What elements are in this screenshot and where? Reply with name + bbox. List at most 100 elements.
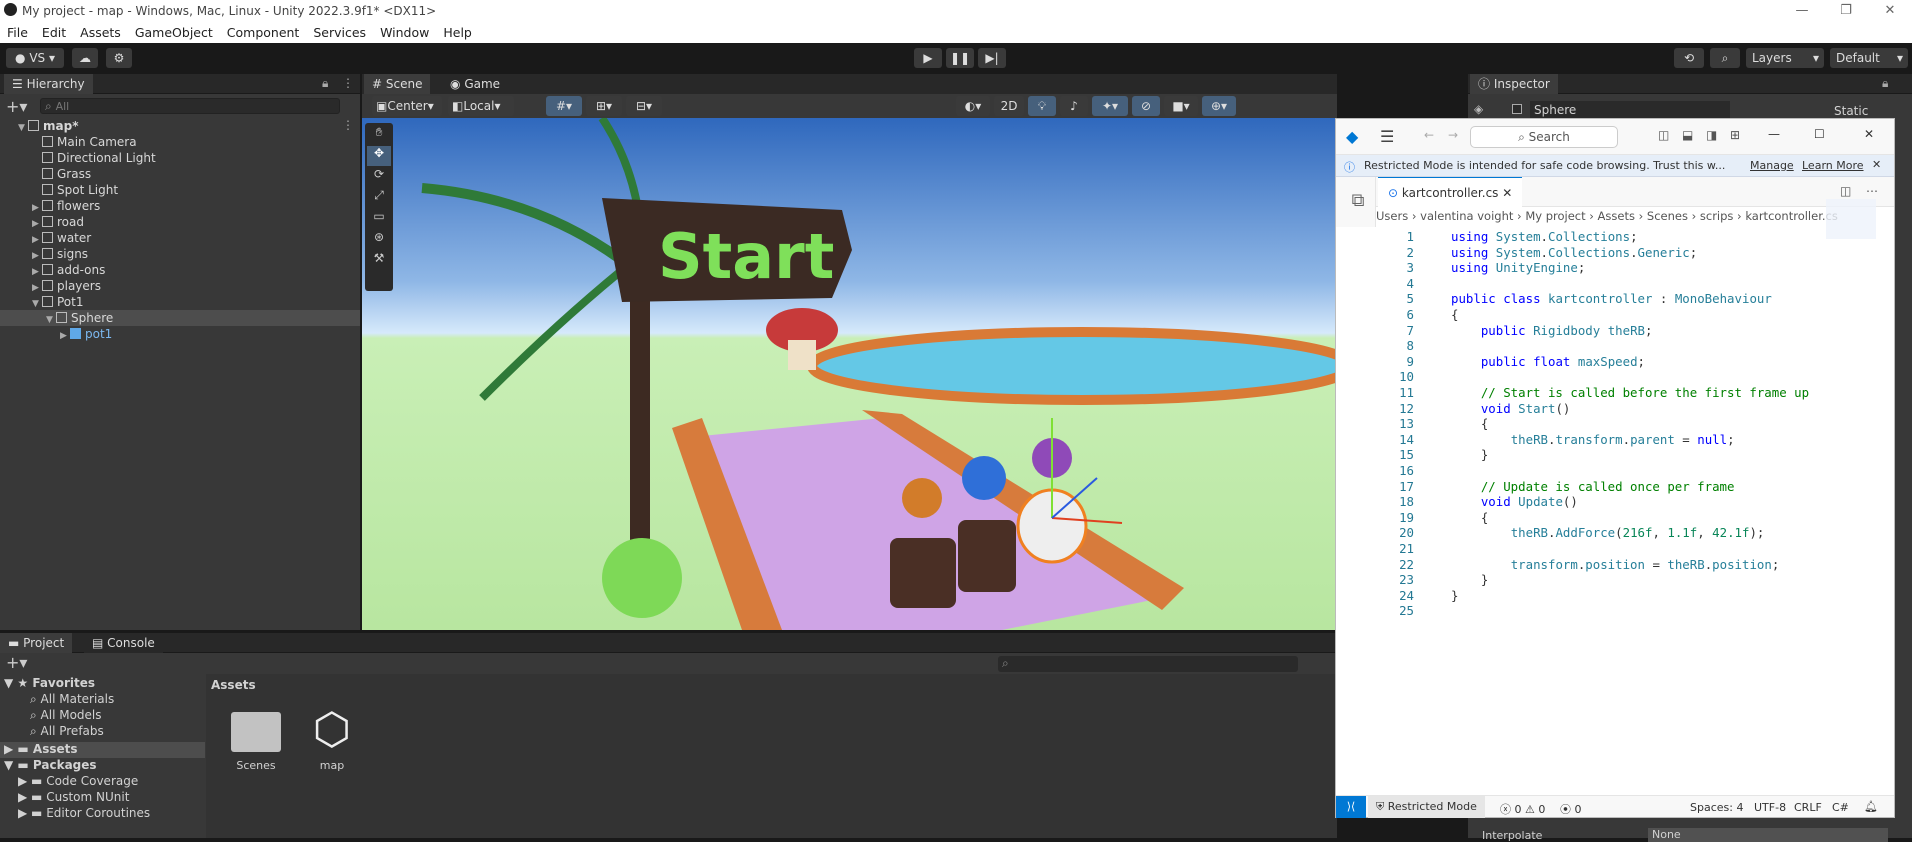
scene-viewport[interactable]: Start ✋︎ ✥ ⟳ ⤢ ▭ ⊛ ⚒ [362, 118, 1337, 630]
account-button[interactable]: ● VS ▾ [6, 48, 64, 68]
package-item[interactable]: ▶ ▬ Custom NUnit [18, 790, 129, 804]
close-icon[interactable]: ✕ [1502, 186, 1512, 200]
hand-tool-icon[interactable]: ✋︎ [367, 125, 391, 145]
breadcrumb-item[interactable]: valentina voight [1420, 209, 1513, 223]
minimap[interactable] [1826, 199, 1876, 239]
breadcrumb-item[interactable]: Scenes [1647, 209, 1688, 223]
close-icon[interactable]: ✕ [1868, 0, 1912, 22]
breadcrumb-item[interactable]: scrips [1700, 209, 1734, 223]
tab-project[interactable]: ▬ Project [0, 633, 73, 653]
editor-tab-kartcontroller[interactable]: ⊙ kartcontroller.cs ✕ [1378, 177, 1523, 207]
asset-scene-map[interactable]: ⬡ map [302, 704, 362, 772]
banner-learn-link[interactable]: Learn More [1802, 159, 1864, 172]
custom-tool-icon[interactable]: ⚒ [367, 251, 391, 271]
transform-tool-icon[interactable]: ⊛ [367, 230, 391, 250]
more-icon[interactable]: ⋮ [342, 76, 354, 90]
snap-increment-button[interactable]: ⊞▾ [586, 96, 622, 116]
layout-dropdown[interactable]: Default ▾ [1830, 48, 1908, 68]
favorites-header[interactable]: ▼ ★ Favorites [4, 676, 95, 690]
chevron-right-icon[interactable]: ▶ [60, 328, 70, 344]
close-icon[interactable]: ✕ [1864, 127, 1874, 141]
package-item[interactable]: ▶ ▬ Editor Coroutines [18, 806, 150, 820]
encoding-status[interactable]: UTF-8 [1754, 801, 1786, 814]
asset-folder-scenes[interactable]: Scenes [226, 704, 286, 772]
hierarchy-item[interactable]: ▼ map* [0, 118, 360, 134]
grid-snap-button[interactable]: #▾ [546, 96, 582, 116]
layout-icon[interactable]: ⊞ [1730, 128, 1740, 142]
move-tool-icon[interactable]: ✥ [367, 146, 391, 166]
language-status[interactable]: C# [1832, 801, 1849, 814]
more-icon[interactable]: ⋯ [1866, 184, 1878, 198]
menu-icon[interactable]: ☰ [1380, 127, 1394, 146]
maximize-icon[interactable]: ☐ [1814, 127, 1825, 141]
add-icon[interactable]: +▾ [6, 97, 27, 116]
lighting-button[interactable]: 💡︎ [1028, 96, 1056, 116]
breadcrumb-item[interactable]: Assets [1598, 209, 1635, 223]
menu-item-file[interactable]: File [0, 22, 35, 40]
tab-scene[interactable]: # Scene [364, 74, 431, 94]
hierarchy-item[interactable]: Grass [0, 166, 360, 182]
breadcrumb-item[interactable]: My project [1525, 209, 1585, 223]
hierarchy-item[interactable]: ▶ pot1 [0, 326, 360, 342]
minimize-icon[interactable]: — [1768, 127, 1780, 141]
interpolate-dropdown[interactable]: None [1648, 828, 1888, 842]
scale-tool-icon[interactable]: ⤢ [367, 188, 391, 208]
rotate-tool-icon[interactable]: ⟳ [367, 167, 391, 187]
effects-button[interactable]: ✦▾ [1092, 96, 1128, 116]
align-button[interactable]: ⊟▾ [626, 96, 662, 116]
mode-2d-button[interactable]: 2D [994, 96, 1024, 116]
menu-item-window[interactable]: Window [373, 22, 436, 40]
add-icon[interactable]: +▾ [6, 653, 27, 672]
space-dropdown[interactable]: ◧Local▾ [448, 96, 514, 116]
favorite-item[interactable]: ⌕ All Prefabs [30, 724, 104, 739]
bell-icon[interactable]: 🔔︎ [1864, 800, 1878, 813]
toggle-secondary-icon[interactable]: ◨ [1706, 128, 1717, 142]
more-icon[interactable]: ⋮ [342, 118, 354, 132]
hierarchy-search[interactable]: ⌕ All [40, 98, 340, 114]
packages-tree-item[interactable]: ▼ ▬ Packages [4, 758, 97, 772]
step-button[interactable]: ▶| [978, 48, 1006, 68]
eol-status[interactable]: CRLF [1794, 801, 1822, 814]
hierarchy-item[interactable]: ▶ road [0, 214, 360, 230]
lock-icon[interactable]: 🔒︎ [322, 76, 328, 91]
camera-button[interactable]: ■▾ [1164, 96, 1198, 116]
pause-button[interactable]: ❚❚ [946, 48, 974, 68]
restricted-mode-status[interactable]: ⛨ Restricted Mode [1368, 796, 1485, 818]
indent-status[interactable]: Spaces: 4 [1690, 801, 1743, 814]
favorite-item[interactable]: ⌕ All Models [30, 708, 102, 723]
menu-item-edit[interactable]: Edit [35, 22, 73, 40]
banner-manage-link[interactable]: Manage [1750, 159, 1794, 172]
toggle-sidebar-icon[interactable]: ◫ [1658, 128, 1669, 142]
hierarchy-item[interactable]: Spot Light [0, 182, 360, 198]
layers-dropdown[interactable]: Layers ▾ [1746, 48, 1824, 68]
hierarchy-item[interactable]: ▼ Pot1 [0, 294, 360, 310]
forward-icon[interactable]: → [1448, 128, 1458, 142]
tab-game[interactable]: ◉ Game [442, 74, 509, 94]
static-toggle[interactable]: Static [1834, 104, 1868, 118]
breadcrumb-item[interactable]: Users [1376, 209, 1408, 223]
history-button[interactable]: ⟲ [1674, 48, 1704, 68]
tab-inspector[interactable]: ⓘ Inspector [1470, 74, 1558, 94]
hierarchy-item[interactable]: ▶ water [0, 230, 360, 246]
ports-status[interactable]: ⦿ 0 [1560, 801, 1582, 817]
object-name-field[interactable]: Sphere [1530, 101, 1730, 119]
pivot-dropdown[interactable]: ▣Center▾ [372, 96, 442, 116]
hierarchy-item[interactable]: Main Camera [0, 134, 360, 150]
code-editor[interactable]: 1 using System.Collections; 2 using System.… [1336, 227, 1894, 797]
collab-button[interactable]: ⚙ [106, 48, 132, 68]
menu-item-services[interactable]: Services [306, 22, 373, 40]
menu-item-gameobject[interactable]: GameObject [128, 22, 220, 40]
toggle-panel-icon[interactable]: ⬓ [1682, 128, 1693, 142]
favorite-item[interactable]: ⌕ All Materials [30, 692, 114, 707]
hierarchy-item[interactable]: ▶ signs [0, 246, 360, 262]
problems-status[interactable]: ⓧ 0 ⚠ 0 [1500, 801, 1545, 817]
hierarchy-item[interactable]: ▶ players [0, 278, 360, 294]
visibility-button[interactable]: ⊘ [1132, 96, 1160, 116]
menu-item-assets[interactable]: Assets [73, 22, 128, 40]
remote-icon[interactable]: ⟩⟨ [1336, 796, 1366, 818]
back-icon[interactable]: ← [1424, 128, 1434, 142]
lock-icon[interactable]: 🔒︎ [1882, 76, 1888, 91]
cloud-button[interactable]: ☁ [72, 48, 98, 68]
rect-tool-icon[interactable]: ▭ [367, 209, 391, 229]
menu-item-component[interactable]: Component [220, 22, 307, 40]
